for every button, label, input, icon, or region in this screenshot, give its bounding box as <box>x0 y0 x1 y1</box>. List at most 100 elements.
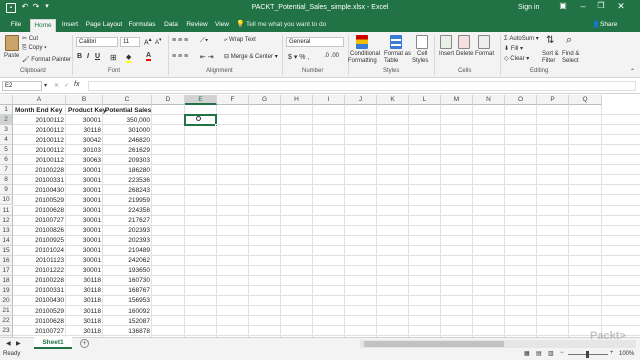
column-header-a[interactable]: A <box>13 95 66 105</box>
font-color-icon[interactable]: A <box>146 52 152 61</box>
row-header-4[interactable]: 4 <box>0 135 13 146</box>
zoom-slider-thumb[interactable] <box>586 351 589 358</box>
align-left-icon[interactable]: ≡ ≡ ≡ <box>172 53 188 60</box>
normal-view-icon[interactable]: ▦ <box>524 350 530 357</box>
column-header-q[interactable]: Q <box>569 95 602 105</box>
sheet-tab-sheet1[interactable]: Sheet1 <box>34 337 72 349</box>
page-layout-view-icon[interactable]: ▤ <box>536 350 542 357</box>
column-header-o[interactable]: O <box>505 95 537 105</box>
bold-button[interactable]: B <box>77 53 82 60</box>
close-icon[interactable]: ✕ <box>614 1 628 12</box>
row-header-2[interactable]: 2 <box>0 115 13 126</box>
italic-button[interactable]: I <box>87 53 89 60</box>
row-header-15[interactable]: 15 <box>0 245 13 256</box>
zoom-level[interactable]: 100% <box>619 351 634 357</box>
name-box-dropdown-icon[interactable]: ▾ <box>44 82 47 89</box>
format-painter-button[interactable]: 🖌 Format Painter <box>22 56 71 63</box>
number-format-select[interactable]: General <box>286 37 344 47</box>
wrap-text-button[interactable]: ⤶ Wrap Text <box>224 37 256 44</box>
row-header-5[interactable]: 5 <box>0 145 13 156</box>
column-header-f[interactable]: F <box>217 95 249 105</box>
find-select-icon[interactable]: ⌕ <box>566 34 572 47</box>
indent-icon[interactable]: ⇤ ⇥ <box>200 53 214 61</box>
row-header-8[interactable]: 8 <box>0 175 13 186</box>
font-name-select[interactable]: Calibri <box>76 37 118 47</box>
column-header-c[interactable]: C <box>103 95 152 105</box>
row-header-16[interactable]: 16 <box>0 255 13 266</box>
column-header-g[interactable]: G <box>249 95 281 105</box>
formula-cancel-icon[interactable]: ✕ <box>54 82 59 89</box>
column-header-e[interactable]: E <box>185 95 217 105</box>
paste-icon[interactable] <box>5 35 19 51</box>
row-header-18[interactable]: 18 <box>0 275 13 286</box>
insert-function-icon[interactable]: fx <box>74 81 79 88</box>
column-header-p[interactable]: P <box>537 95 569 105</box>
restore-icon[interactable]: ❐ <box>594 1 608 10</box>
row-header-11[interactable]: 11 <box>0 205 13 216</box>
tab-page-layout[interactable]: Page Layout <box>84 19 124 32</box>
format-as-table-icon[interactable] <box>390 35 402 49</box>
row-header-9[interactable]: 9 <box>0 185 13 196</box>
merge-center-button[interactable]: ⊟ Merge & Center ▾ <box>224 53 278 60</box>
cell-styles-icon[interactable] <box>416 35 428 49</box>
autosum-button[interactable]: Σ AutoSum ▾ <box>504 35 539 42</box>
fill-button[interactable]: ⬇ Fill ▾ <box>504 45 523 52</box>
column-header-i[interactable]: I <box>313 95 345 105</box>
row-header-17[interactable]: 17 <box>0 265 13 276</box>
align-top-icon[interactable]: ≡ ≡ ≡ <box>172 37 188 44</box>
new-sheet-icon[interactable]: + <box>80 339 89 348</box>
share-button[interactable]: Share <box>600 19 617 31</box>
row-header-7[interactable]: 7 <box>0 165 13 176</box>
decrease-font-button[interactable]: A▾ <box>155 37 162 46</box>
minimize-icon[interactable]: – <box>576 1 590 11</box>
insert-cells-button[interactable]: Insert <box>439 51 454 57</box>
row-header-3[interactable]: 3 <box>0 125 13 136</box>
sign-in-link[interactable]: Sign in <box>518 4 539 11</box>
copy-button[interactable]: ⎘ Copy ▾ <box>22 45 47 52</box>
underline-button[interactable]: U <box>95 53 100 60</box>
fill-color-icon[interactable]: ◆ <box>126 53 132 63</box>
cut-button[interactable]: ✂ Cut <box>22 35 38 42</box>
column-header-k[interactable]: K <box>377 95 409 105</box>
zoom-out-icon[interactable]: − <box>560 350 564 356</box>
delete-cells-icon[interactable] <box>458 35 470 49</box>
clear-button[interactable]: ◇ Clear ▾ <box>504 55 529 62</box>
row-header-21[interactable]: 21 <box>0 306 13 317</box>
zoom-in-icon[interactable]: + <box>610 350 614 356</box>
sheet-prev-icon[interactable]: ◀ <box>6 340 11 347</box>
spreadsheet-grid[interactable]: A B C D E F G H I J K L M N O P Q 1 2 3 4 5 6 7 8 9 10 11 12 13 14 15 16… <box>0 95 640 337</box>
paste-button[interactable]: Paste <box>4 53 19 59</box>
tab-formulas[interactable]: Formulas <box>126 19 158 32</box>
insert-cells-icon[interactable] <box>440 35 452 49</box>
column-header-j[interactable]: J <box>345 95 377 105</box>
tab-home[interactable]: Home <box>30 19 56 32</box>
tab-view[interactable]: View <box>212 19 232 32</box>
row-header-10[interactable]: 10 <box>0 195 13 206</box>
row-header-13[interactable]: 13 <box>0 225 13 236</box>
tab-insert[interactable]: Insert <box>58 19 82 32</box>
sheet-next-icon[interactable]: ▶ <box>16 340 21 347</box>
increase-font-button[interactable]: A▴ <box>144 37 152 46</box>
tab-file[interactable]: File <box>4 19 28 32</box>
row-header-19[interactable]: 19 <box>0 285 13 296</box>
decimal-icon[interactable]: .0 .00 <box>324 53 339 59</box>
column-header-h[interactable]: H <box>281 95 313 105</box>
ribbon-display-icon[interactable]: ▣ <box>556 1 570 10</box>
row-header-1[interactable]: 1 <box>0 105 13 116</box>
row-header-12[interactable]: 12 <box>0 215 13 226</box>
borders-icon[interactable]: ⊞ <box>110 53 117 62</box>
delete-cells-button[interactable]: Delete <box>456 51 473 57</box>
tell-me-search[interactable]: Tell me what you want to do <box>246 19 326 31</box>
row-header-22[interactable]: 22 <box>0 316 13 327</box>
row-header-20[interactable]: 20 <box>0 295 13 306</box>
sort-filter-icon[interactable]: ⇅ <box>546 35 554 46</box>
tab-review[interactable]: Review <box>184 19 210 32</box>
collapse-ribbon-icon[interactable]: ⌃ <box>630 68 635 75</box>
name-box[interactable]: E2 <box>2 81 42 91</box>
column-header-l[interactable]: L <box>409 95 441 105</box>
select-all-corner[interactable] <box>0 95 13 105</box>
row-header-6[interactable]: 6 <box>0 155 13 166</box>
font-size-select[interactable]: 11 <box>120 37 140 47</box>
conditional-formatting-icon[interactable] <box>356 35 368 49</box>
column-header-d[interactable]: D <box>152 95 185 105</box>
